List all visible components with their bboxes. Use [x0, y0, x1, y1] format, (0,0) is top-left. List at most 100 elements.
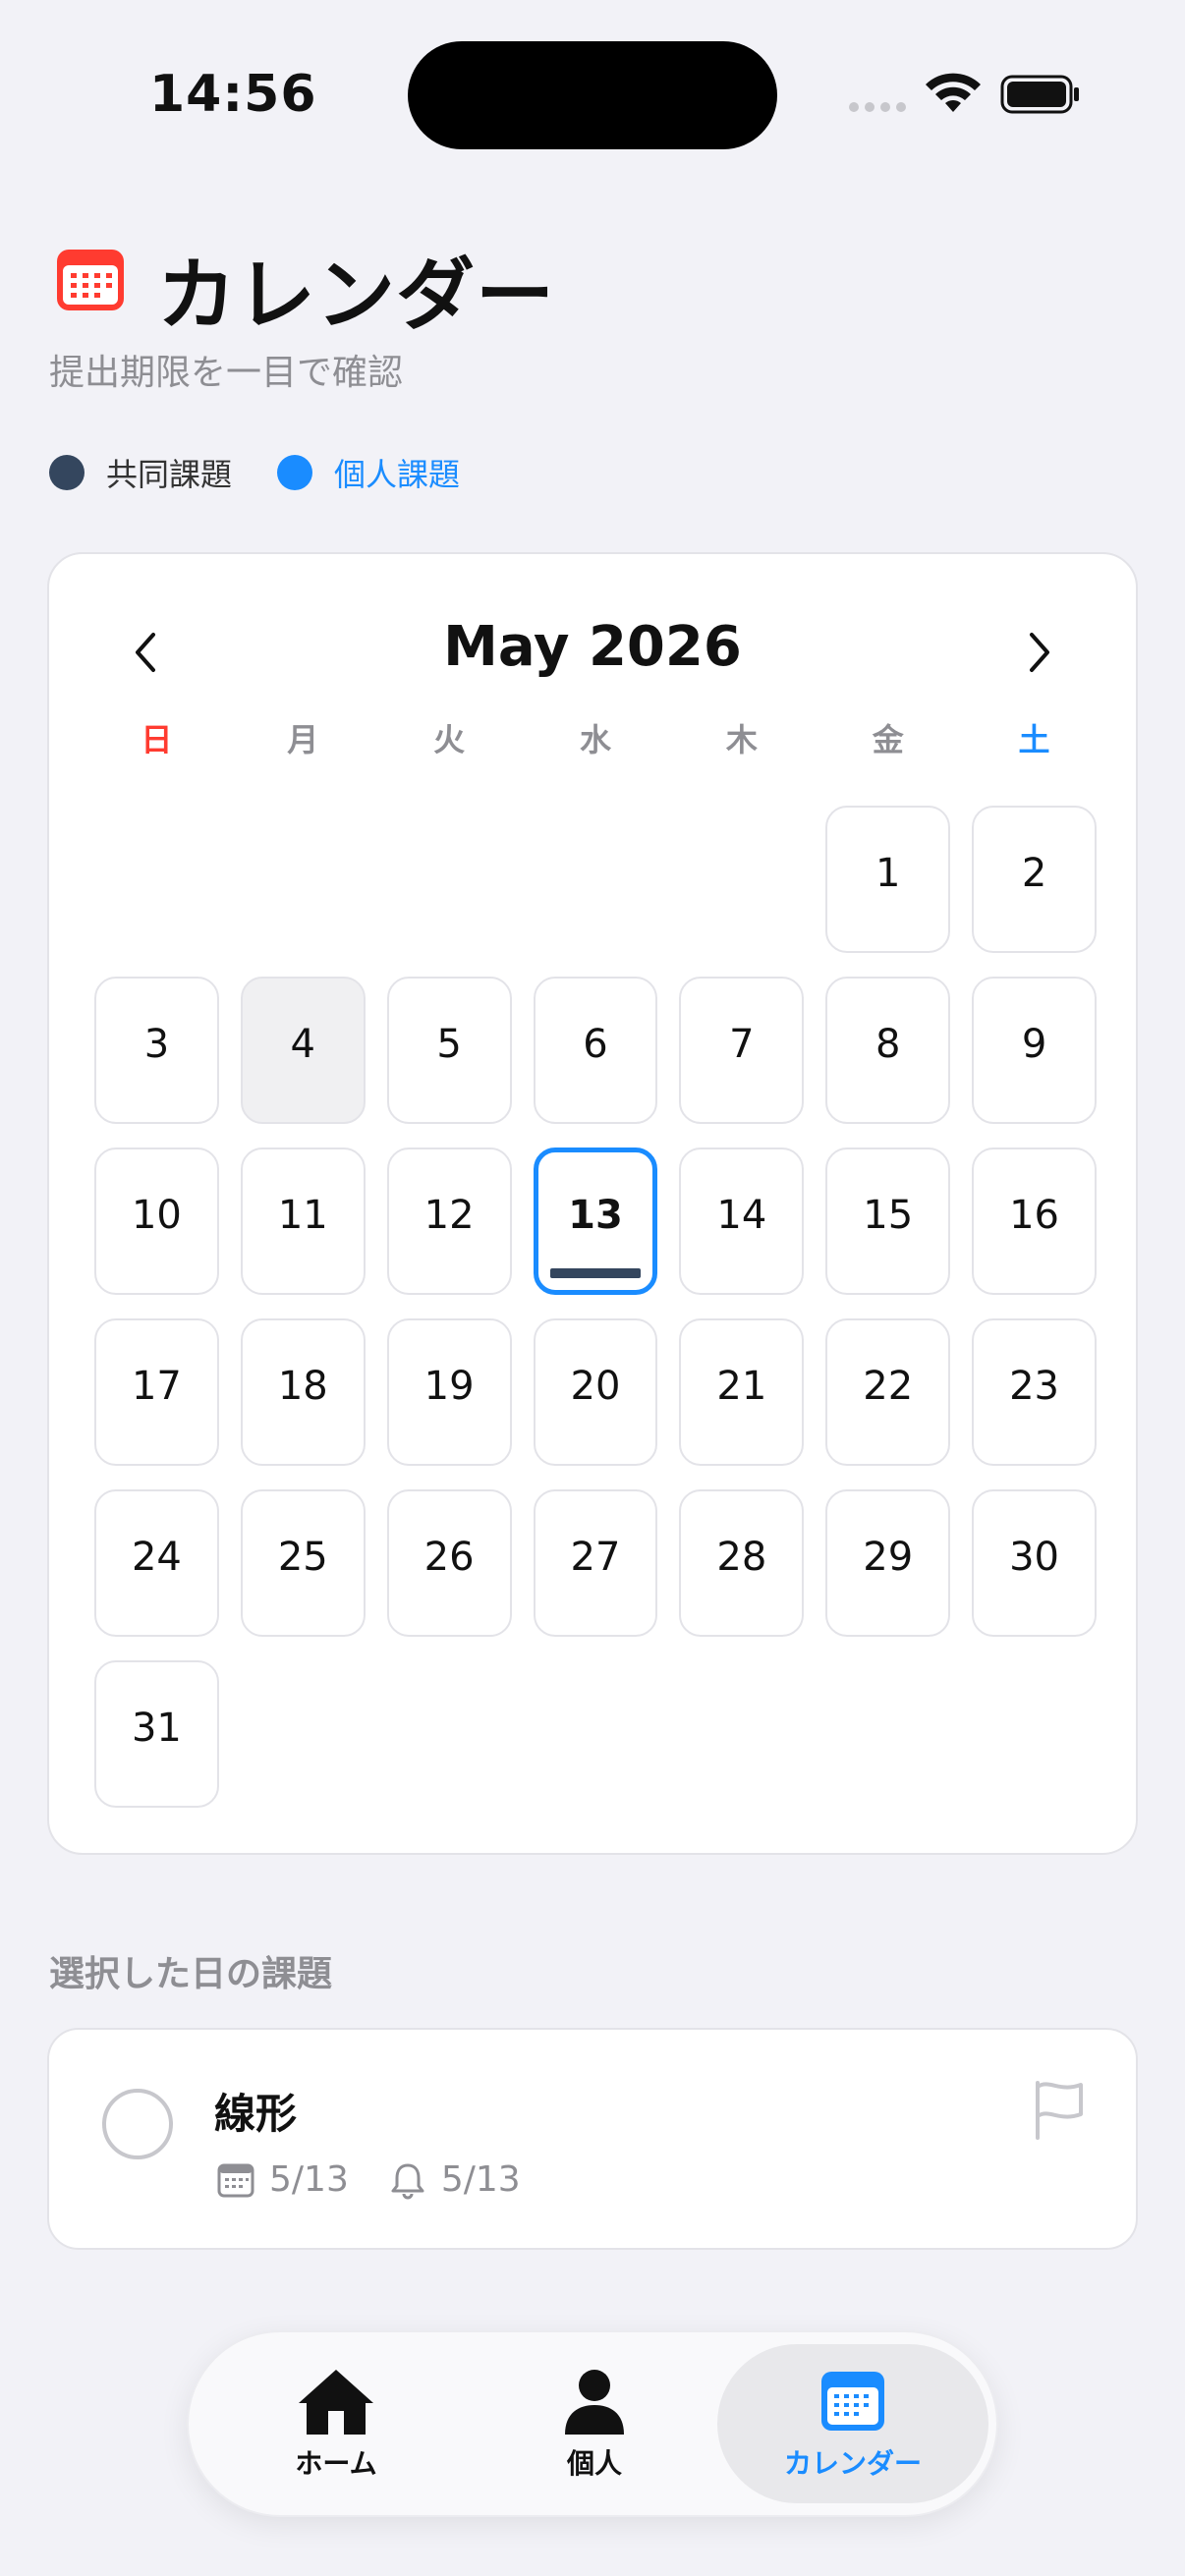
day-cell[interactable]: 5 [386, 977, 512, 1124]
day-number: 28 [716, 1535, 767, 1580]
day-number: 30 [1009, 1535, 1060, 1580]
day-number: 6 [583, 1022, 608, 1067]
tab-personal[interactable]: 個人 [459, 2344, 730, 2503]
day-number: 2 [1021, 851, 1047, 896]
day-number: 29 [863, 1535, 914, 1580]
day-cell[interactable]: 7 [679, 977, 805, 1124]
legend-dot-personal [277, 455, 313, 490]
dynamic-island [408, 41, 777, 149]
day-cell[interactable]: 31 [94, 1660, 219, 1808]
day-cell[interactable]: 15 [825, 1148, 951, 1295]
day-cell[interactable]: 26 [386, 1489, 512, 1637]
day-number: 26 [423, 1535, 475, 1580]
day-number: 3 [143, 1022, 170, 1067]
day-cell[interactable]: 3 [94, 977, 219, 1124]
day-cell[interactable]: 30 [972, 1489, 1097, 1637]
page-subtitle: 提出期限を一目で確認 [49, 353, 404, 393]
page-title: カレンダー [157, 250, 555, 341]
tab-label-calendar: カレンダー [783, 2447, 922, 2480]
task-card[interactable]: 線形 5/13 5/13 [47, 2028, 1138, 2250]
day-number: 11 [277, 1193, 328, 1238]
day-number: 14 [716, 1193, 767, 1238]
weekday-row: 日月火水木金土 [94, 715, 1097, 774]
legend-item-shared: 共同課題 [49, 450, 232, 495]
day-cell[interactable]: 10 [94, 1148, 219, 1295]
day-cell[interactable]: 22 [825, 1318, 951, 1466]
day-number: 5 [436, 1022, 462, 1067]
day-cell[interactable]: 24 [94, 1489, 219, 1637]
day-number: 23 [1009, 1364, 1060, 1409]
day-cell[interactable]: 6 [533, 977, 658, 1124]
day-number: 9 [1021, 1022, 1047, 1067]
weekday-label: 土 [1018, 721, 1050, 758]
empty-day-cell [679, 806, 804, 953]
day-cell[interactable]: 17 [94, 1318, 219, 1466]
task-checkbox[interactable] [102, 2089, 173, 2159]
tab-bar: ホーム 個人 カレンダー [187, 2330, 998, 2517]
day-cell[interactable]: 16 [972, 1148, 1097, 1295]
day-number: 4 [290, 1022, 315, 1067]
calendar-icon [217, 2163, 254, 2197]
empty-day-cell [387, 806, 512, 953]
day-number: 10 [131, 1193, 182, 1238]
day-cell[interactable]: 4 [240, 977, 366, 1124]
day-cell[interactable]: 29 [825, 1489, 951, 1637]
day-number: 20 [570, 1364, 621, 1409]
day-cell[interactable]: 19 [386, 1318, 512, 1466]
calendar-header: May 2026 [49, 603, 1136, 692]
legend-item-personal: 個人課題 [277, 450, 460, 495]
day-cell[interactable]: 18 [240, 1318, 366, 1466]
flag-icon[interactable] [1030, 2079, 1089, 2142]
day-number: 17 [131, 1364, 182, 1409]
day-cell[interactable]: 1 [825, 806, 951, 953]
day-number: 16 [1009, 1193, 1060, 1238]
day-cell[interactable]: 20 [533, 1318, 658, 1466]
tab-calendar[interactable]: カレンダー [717, 2344, 988, 2503]
bell-icon [391, 2163, 424, 2199]
calendar-title-icon [57, 250, 124, 310]
month-label: May 2026 [443, 615, 742, 679]
empty-day-cell [534, 806, 658, 953]
day-number: 12 [423, 1193, 475, 1238]
wifi-icon [926, 73, 981, 112]
day-number: 7 [729, 1022, 755, 1067]
task-indicator-bar [549, 1268, 642, 1278]
day-cell[interactable]: 21 [679, 1318, 805, 1466]
day-number: 19 [423, 1364, 475, 1409]
day-cell[interactable]: 11 [240, 1148, 366, 1295]
legend-label-shared: 共同課題 [106, 456, 233, 493]
person-icon [565, 2370, 624, 2435]
weekday-label: 火 [433, 721, 466, 758]
task-meta: 5/13 5/13 [216, 2159, 560, 2200]
day-number: 15 [863, 1193, 914, 1238]
day-cell-selected[interactable]: 13 [533, 1148, 658, 1295]
day-number: 22 [863, 1364, 914, 1409]
battery-icon [1000, 75, 1079, 114]
day-cell[interactable]: 9 [972, 977, 1097, 1124]
day-cell[interactable]: 2 [972, 806, 1097, 953]
tab-home[interactable]: ホーム [200, 2344, 472, 2503]
day-number: 27 [570, 1535, 621, 1580]
day-cell[interactable]: 14 [679, 1148, 805, 1295]
calendar-icon [821, 2372, 884, 2431]
status-bar: 14:56 [0, 0, 1185, 149]
calendar-card: May 2026 日月火水木金土 1 2 3 4 5 6 7 8 9 10 11 12 13 14 15 16… [47, 552, 1138, 1855]
day-number: 18 [277, 1364, 328, 1409]
day-cell[interactable]: 12 [386, 1148, 512, 1295]
day-cell[interactable]: 23 [972, 1318, 1097, 1466]
weekday-label: 木 [725, 721, 758, 758]
chevron-right-icon[interactable] [1008, 623, 1067, 682]
day-cell[interactable]: 28 [679, 1489, 805, 1637]
day-cell[interactable]: 8 [825, 977, 951, 1124]
weekday-label: 月 [287, 721, 319, 758]
day-cell[interactable]: 25 [240, 1489, 366, 1637]
weekday-label: 水 [579, 721, 611, 758]
day-cell[interactable]: 27 [533, 1489, 658, 1637]
status-time: 14:56 [149, 65, 317, 124]
tab-label-personal: 個人 [566, 2447, 622, 2480]
day-number: 1 [875, 851, 901, 896]
empty-day-cell [94, 806, 219, 953]
task-reminder-date: 5/13 [440, 2159, 521, 2200]
day-number: 21 [716, 1364, 767, 1409]
day-number: 31 [131, 1706, 182, 1751]
